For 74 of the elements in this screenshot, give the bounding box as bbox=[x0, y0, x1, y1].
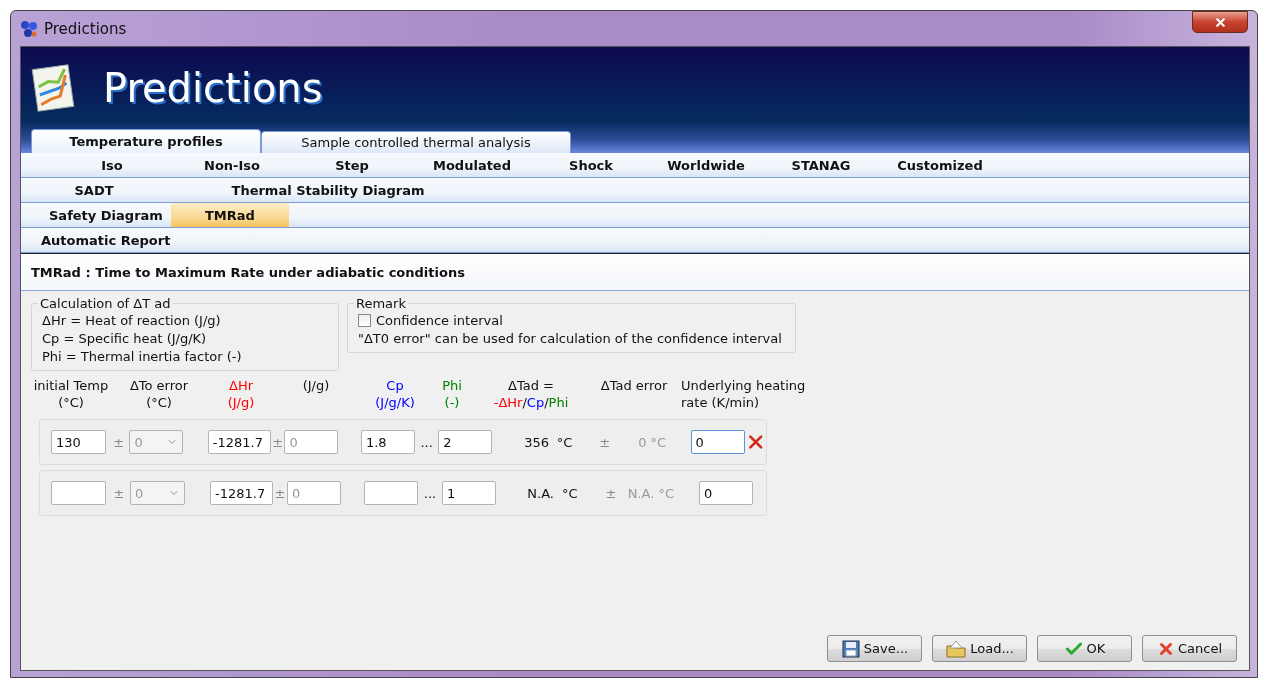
unit-text: (-) bbox=[444, 394, 460, 411]
menu-item[interactable]: Non-Iso bbox=[173, 153, 291, 177]
section-title: TMRad : Time to Maximum Rate under adiabatic conditions bbox=[31, 264, 465, 280]
remark-text: "ΔT0 error" can be used for calculation of the confidence interval bbox=[357, 331, 783, 346]
enthalpy-field[interactable]: -1281.7 bbox=[207, 430, 271, 454]
column-header: Underlying heating bbox=[681, 377, 806, 394]
heating-rate-field[interactable]: 0 bbox=[699, 481, 753, 505]
plus-minus-text: ± bbox=[112, 434, 126, 450]
ellipsis-text: ... bbox=[419, 434, 434, 450]
temperature-field[interactable]: 130 bbox=[51, 430, 106, 454]
menu-item[interactable]: TMRad bbox=[170, 203, 289, 227]
dialog-button[interactable]: Save... bbox=[827, 635, 922, 662]
menu-item[interactable]: Safety Diagram bbox=[41, 203, 171, 227]
column-header: Phi bbox=[442, 377, 462, 394]
plus-minus-text: ± bbox=[112, 485, 126, 501]
error-value: 0 °C bbox=[637, 434, 667, 450]
column-header: ΔTad error bbox=[600, 377, 668, 394]
unit-text: (°C) bbox=[58, 394, 84, 411]
definition-text: ΔHr = Heat of reaction (J/g) bbox=[41, 313, 222, 328]
dialog-button[interactable]: Load... bbox=[932, 635, 1027, 662]
tab[interactable]: Sample controlled thermal analysis bbox=[261, 131, 571, 153]
enthalpy-field[interactable]: -1281.7 bbox=[210, 481, 273, 505]
heating-rate-field[interactable]: 0 bbox=[690, 430, 745, 454]
unit-text: (°C) bbox=[146, 394, 172, 411]
temperature-field[interactable] bbox=[51, 481, 106, 505]
phi-field[interactable]: 2 bbox=[438, 430, 493, 454]
folder-icon bbox=[945, 638, 968, 659]
unit-text: (J/g/K) bbox=[375, 394, 415, 411]
menu-item[interactable]: Customized bbox=[881, 153, 999, 177]
definition-text: Phi = Thermal inertia factor (-) bbox=[41, 349, 243, 364]
heat-capacity-field[interactable]: 1.8 bbox=[360, 430, 415, 454]
close-button[interactable] bbox=[1192, 11, 1248, 33]
unit-text: °C bbox=[562, 485, 579, 501]
menu-item[interactable]: Step bbox=[291, 153, 413, 177]
unit-text: rate (K/min) bbox=[681, 394, 760, 411]
column-header: initial Temp bbox=[33, 377, 109, 394]
column-header: ΔTad = bbox=[508, 377, 554, 394]
checkbox-label: Confidence interval bbox=[376, 313, 503, 328]
close-icon bbox=[1213, 15, 1227, 29]
definition-text: Cp = Specific heat (J/g/K) bbox=[41, 331, 208, 346]
window-title: Predictions bbox=[44, 19, 127, 38]
plus-minus-text: ± bbox=[598, 434, 612, 450]
plus-minus-text: ± bbox=[273, 485, 287, 501]
unit-text: °C bbox=[556, 434, 574, 450]
error-value: N.A. °C bbox=[626, 485, 674, 501]
banner-title: Predictions bbox=[103, 65, 323, 111]
plus-minus-text: ± bbox=[604, 485, 618, 501]
result-value: N.A. bbox=[526, 485, 554, 501]
ellipsis-text: ... bbox=[422, 485, 438, 501]
menu-item[interactable]: Worldwide bbox=[651, 153, 761, 177]
heat-capacity-field[interactable] bbox=[364, 481, 418, 505]
group-title: Remark bbox=[355, 296, 407, 311]
unit-text: (J/g) bbox=[227, 394, 255, 411]
column-header: ΔTo error bbox=[129, 377, 189, 394]
tab[interactable]: Temperature profiles bbox=[31, 129, 261, 153]
molecule-icon bbox=[20, 19, 38, 38]
menu-item[interactable]: Modulated bbox=[413, 153, 531, 177]
column-header: Cp bbox=[386, 377, 404, 394]
menu-item[interactable]: Iso bbox=[51, 153, 173, 177]
menu-item[interactable]: STANAG bbox=[761, 153, 881, 177]
column-header: ΔHr bbox=[229, 377, 253, 394]
group-title: Calculation of ΔT ad bbox=[39, 296, 172, 311]
menu-item[interactable]: SADT bbox=[35, 178, 153, 202]
dialog-button[interactable]: Cancel bbox=[1142, 635, 1237, 662]
result-value: 356 bbox=[523, 434, 549, 450]
formula-text: -ΔHr/Cp/Phi bbox=[493, 394, 569, 411]
phi-field[interactable]: 1 bbox=[442, 481, 496, 505]
menu-item[interactable]: Thermal Stability Diagram bbox=[153, 178, 503, 202]
menu-item[interactable]: Automatic Report bbox=[33, 228, 179, 252]
menu-item[interactable]: Shock bbox=[531, 153, 651, 177]
plus-minus-text: ± bbox=[271, 434, 285, 450]
unit-text: (J/g) bbox=[302, 377, 330, 394]
checkbox[interactable] bbox=[358, 314, 371, 327]
dialog-button[interactable]: OK bbox=[1037, 635, 1132, 662]
